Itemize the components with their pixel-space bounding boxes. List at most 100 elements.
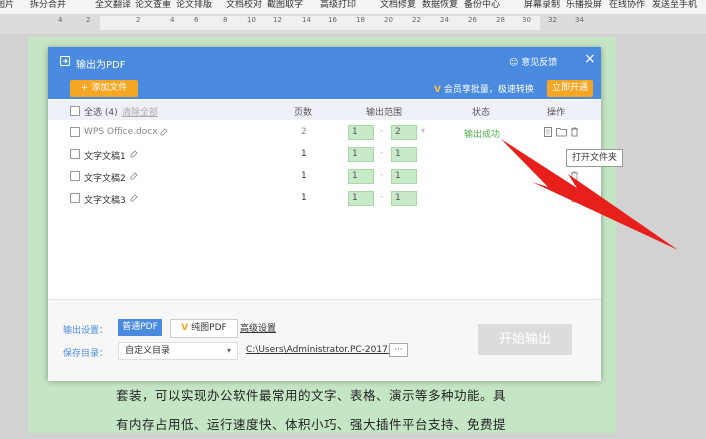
ribbon-item[interactable]: 备份中心 <box>464 0 500 10</box>
page-count: 1 <box>301 171 307 181</box>
file-checkbox[interactable] <box>70 171 80 181</box>
ribbon-item[interactable]: 屏幕录制 <box>524 0 560 10</box>
ribbon-toolbar: 图片 拆分合并 全文翻译 论文查重 论文排版 文档校对 截图取字 高级打印 文档… <box>0 0 706 14</box>
document-body[interactable]: 套装，可以实现办公软件最常用的文字、表格、演示等多种功能。具 有内存占用低、运行… <box>116 381 506 439</box>
ruler-tick: 34 <box>575 16 584 24</box>
open-folder-icon[interactable] <box>556 127 567 137</box>
ribbon-item[interactable]: 文档校对 <box>226 0 262 10</box>
ribbon-item[interactable]: 在线协作 <box>609 0 645 10</box>
delete-icon[interactable] <box>570 193 579 203</box>
clear-all-link[interactable]: 清除全部 <box>122 105 158 118</box>
dialog-title: 输出为PDF <box>76 60 126 71</box>
ruler-tick: 6 <box>194 16 199 24</box>
file-name: WPS Office.docx <box>84 127 158 137</box>
ribbon-item[interactable]: 论文查重 <box>135 0 171 10</box>
ribbon-item[interactable]: 发送至手机 <box>652 0 697 10</box>
range-to-input[interactable]: 1 <box>391 169 417 184</box>
ribbon-item[interactable]: 高级打印 <box>320 0 356 10</box>
delete-icon[interactable] <box>570 127 579 137</box>
file-row[interactable]: WPS Office.docx 2 1 - 2 ▾ 输出成功 <box>48 122 601 144</box>
edit-icon[interactable] <box>130 150 138 158</box>
ruler-tick: 32 <box>548 16 557 24</box>
horizontal-ruler[interactable]: 4 2 2 4 6 8 10 12 14 16 18 20 22 24 26 2… <box>0 14 706 34</box>
dialog-footer: 输出设置： 普通PDF V 纯图PDF 高级设置 保存目录： 自定义目录 ▾ C… <box>48 299 601 381</box>
ruler-tick: 24 <box>440 16 449 24</box>
edit-icon[interactable] <box>160 128 168 136</box>
tooltip: 打开文件夹 <box>566 149 623 167</box>
page-count: 2 <box>301 127 307 137</box>
ruler-tick: 2 <box>136 16 141 24</box>
vip-icon: V <box>181 323 189 333</box>
save-path-link[interactable]: C:\Users\Administrator.PC-20171 <box>246 345 394 355</box>
file-row[interactable]: 文字文稿1 1 1 - 1 <box>48 144 601 166</box>
file-table-header: 全选 (4) 清除全部 页数 输出范围 状态 操作 <box>48 100 601 120</box>
feedback-label: 意见反馈 <box>521 58 558 68</box>
file-row[interactable]: 文字文稿2 1 1 - 1 <box>48 166 601 188</box>
range-separator: - <box>380 148 384 158</box>
mode-normal-pdf-button[interactable]: 普通PDF <box>118 319 162 336</box>
column-header-ops: 操作 <box>547 108 566 118</box>
ribbon-item[interactable]: 截图取字 <box>267 0 303 10</box>
edit-icon[interactable] <box>130 172 138 180</box>
ruler-tick: 28 <box>496 16 505 24</box>
page-count: 1 <box>301 193 307 203</box>
file-checkbox[interactable] <box>70 193 80 203</box>
select-all-checkbox[interactable] <box>70 106 80 116</box>
feedback-icon: ☺ <box>509 58 519 68</box>
range-to-input[interactable]: 2 <box>391 125 417 140</box>
close-icon[interactable]: × <box>584 51 596 67</box>
vip-icon: V <box>434 85 441 95</box>
ribbon-item[interactable]: 数据恢复 <box>422 0 458 10</box>
ribbon-item[interactable]: 乐播投屏 <box>566 0 602 10</box>
ribbon-item[interactable]: 文档修复 <box>380 0 416 10</box>
add-file-button[interactable]: + 添加文件 <box>70 80 138 97</box>
range-from-input[interactable]: 1 <box>348 169 374 184</box>
delete-icon[interactable] <box>570 171 579 181</box>
open-file-icon[interactable] <box>543 127 553 137</box>
range-separator: - <box>380 126 384 136</box>
output-settings-label: 输出设置： <box>63 326 109 336</box>
column-header-range: 输出范围 <box>366 108 403 118</box>
range-from-input[interactable]: 1 <box>348 147 374 162</box>
range-dropdown-icon[interactable]: ▾ <box>421 126 425 135</box>
edit-icon[interactable] <box>130 194 138 202</box>
ribbon-item[interactable]: 全文翻译 <box>95 0 131 10</box>
range-to-input[interactable]: 1 <box>391 191 417 206</box>
document-line: 有内存占用低、运行速度快、体积小巧、强大插件平台支持、免费提 <box>116 417 507 432</box>
advanced-settings-link[interactable]: 高级设置 <box>240 321 276 334</box>
ruler-tick: 22 <box>412 16 421 24</box>
ribbon-item[interactable]: 拆分合并 <box>30 0 66 10</box>
feedback-link[interactable]: ☺ 意见反馈 <box>509 55 557 68</box>
ruler-tick: 18 <box>356 16 365 24</box>
browse-button[interactable]: ··· <box>389 343 408 357</box>
mode-image-pdf-label: 纯图PDF <box>191 323 227 333</box>
start-export-button[interactable]: 开始输出 <box>478 324 572 355</box>
range-separator: - <box>380 170 384 180</box>
ruler-tick: 14 <box>302 16 311 24</box>
column-header-pages: 页数 <box>294 108 313 118</box>
file-checkbox[interactable] <box>70 149 80 159</box>
range-separator: - <box>380 192 384 202</box>
mode-image-pdf-button[interactable]: V 纯图PDF <box>170 319 238 338</box>
range-from-input[interactable]: 1 <box>348 125 374 140</box>
file-name: 文字文稿3 <box>84 196 126 206</box>
save-directory-label: 保存目录： <box>63 349 109 359</box>
range-to-input[interactable]: 1 <box>391 147 417 162</box>
ruler-tick: 2 <box>86 16 91 24</box>
file-name: 文字文稿2 <box>84 174 126 184</box>
pdf-export-icon <box>60 56 70 66</box>
ruler-tick: 10 <box>247 16 256 24</box>
export-pdf-dialog: 输出为PDF ☺ 意见反馈 × + 添加文件 V 会员享批量，极速转换 立即开通… <box>48 47 601 381</box>
ruler-tick: 16 <box>328 16 337 24</box>
ribbon-item[interactable]: 图片 <box>0 0 14 10</box>
ribbon-item[interactable]: 论文排版 <box>176 0 212 10</box>
file-checkbox[interactable] <box>70 127 80 137</box>
ruler-tick: 26 <box>468 16 477 24</box>
column-header-status: 状态 <box>472 108 491 118</box>
open-vip-button[interactable]: 立即开通 <box>547 80 593 97</box>
range-from-input[interactable]: 1 <box>348 191 374 206</box>
save-directory-select[interactable]: 自定义目录 ▾ <box>118 342 238 360</box>
vip-promo-text: V 会员享批量，极速转换 <box>434 82 534 95</box>
save-directory-value: 自定义目录 <box>125 346 171 356</box>
file-row[interactable]: 文字文稿3 1 1 - 1 <box>48 188 601 210</box>
